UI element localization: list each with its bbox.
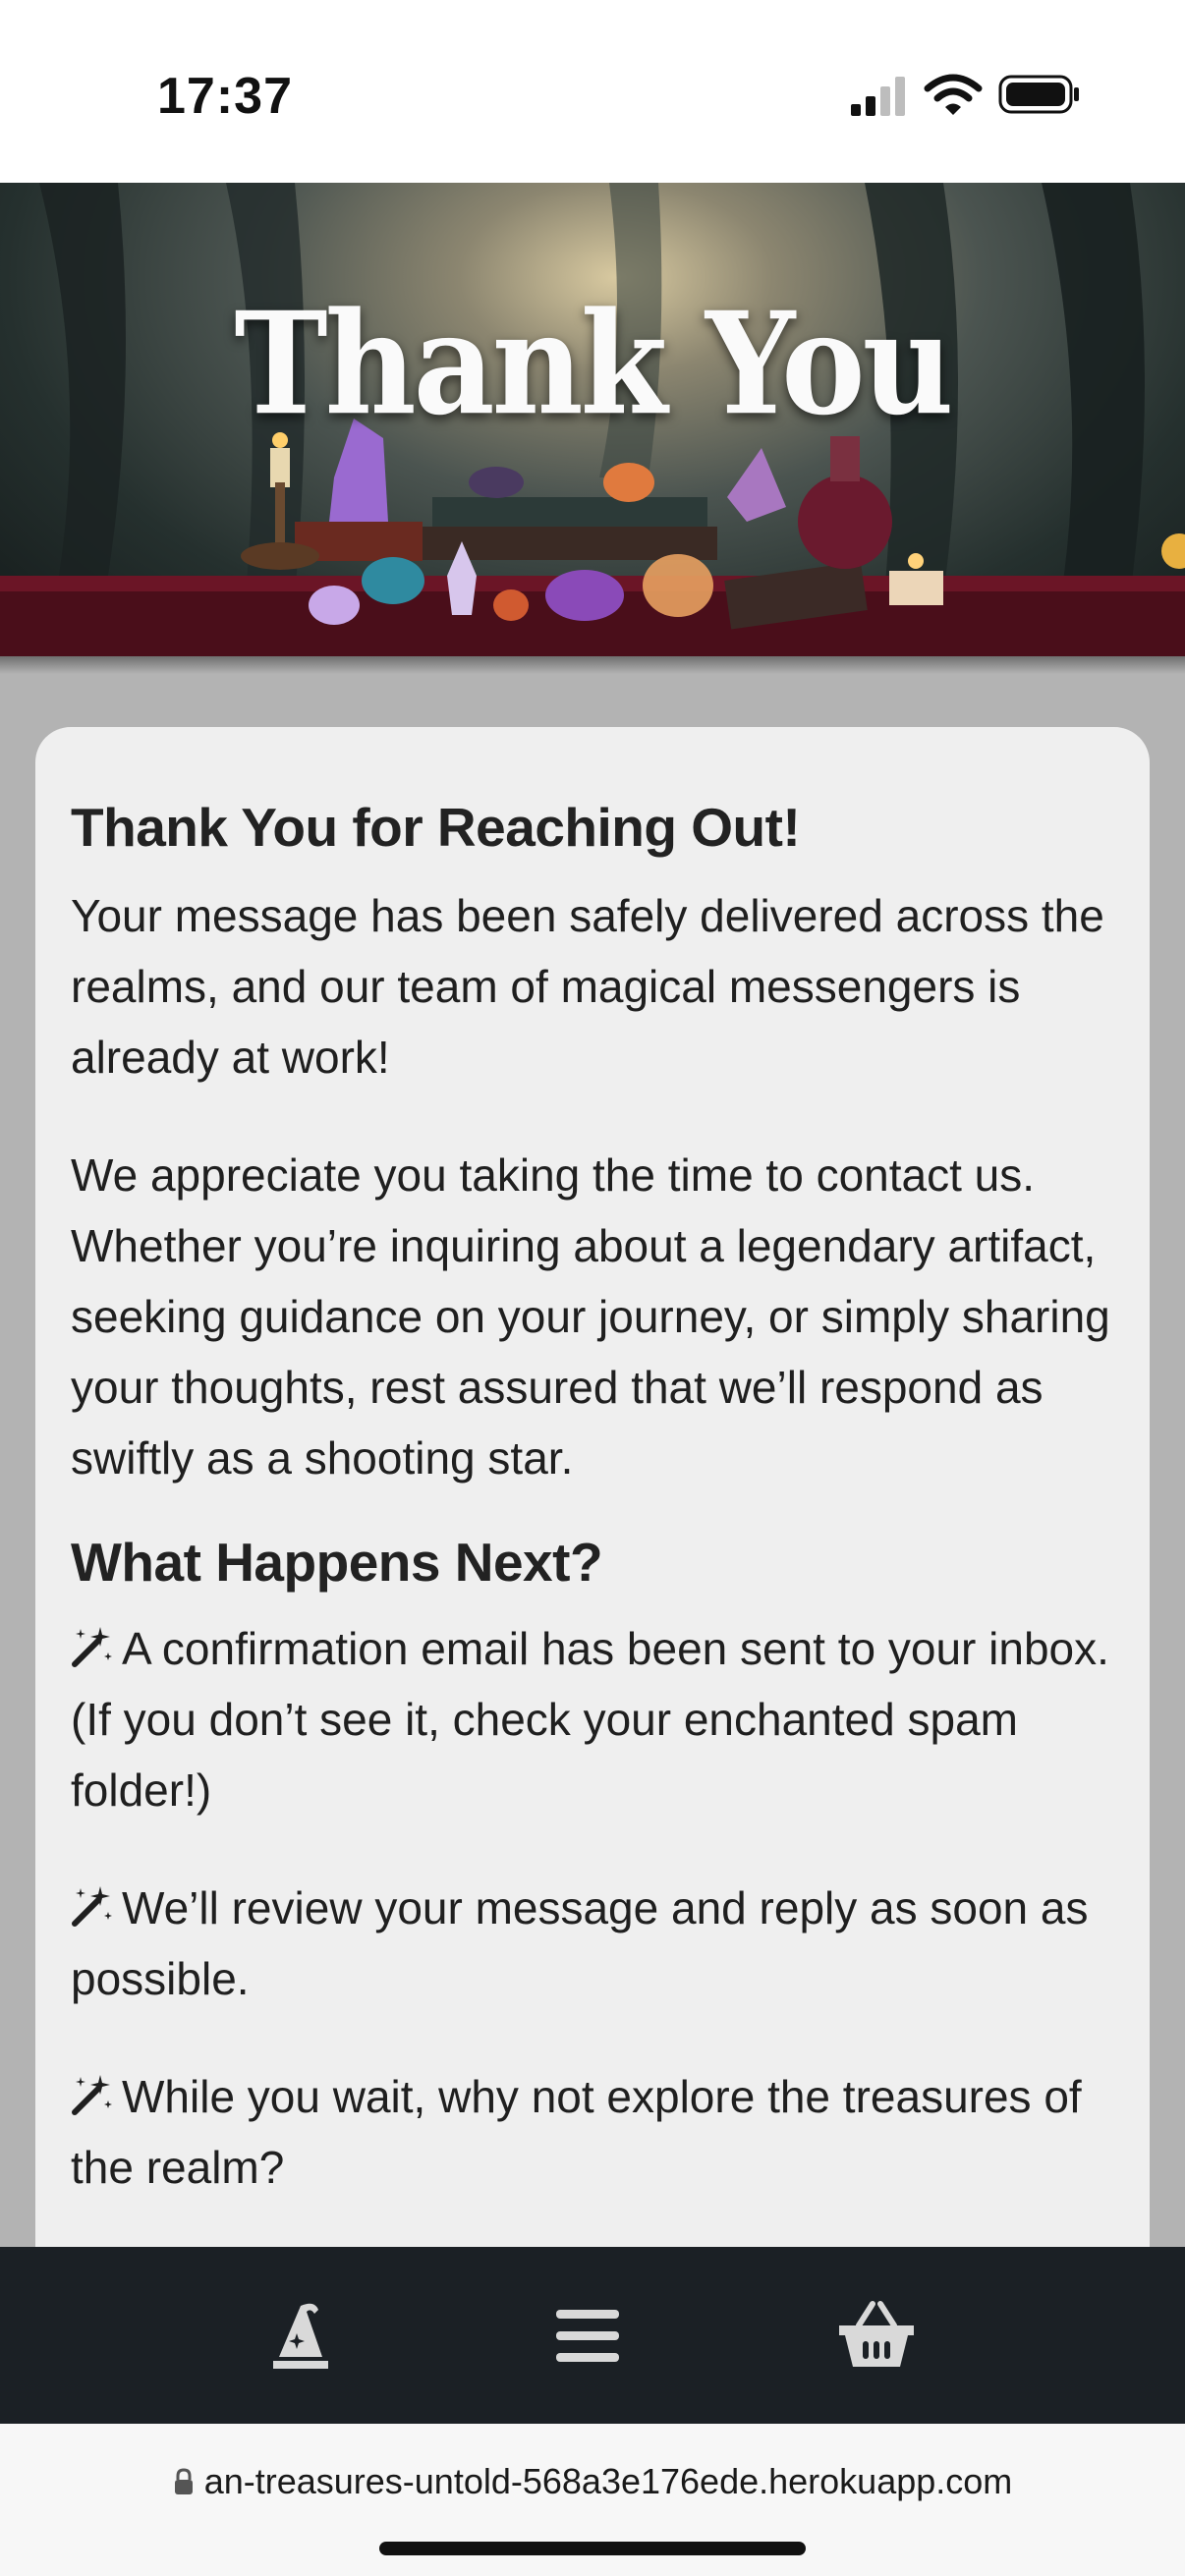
battery-icon (998, 75, 1079, 114)
content-heading: Thank You for Reaching Out! (71, 797, 801, 858)
magic-wand-icon (72, 1627, 112, 1667)
bottom-nav (0, 2247, 1185, 2424)
intro-paragraph-1: Your message has been safely delivered a… (71, 890, 1104, 1083)
next-steps-heading: What Happens Next? (71, 1532, 603, 1593)
intro-paragraph-2: We appreciate you taking the time to con… (71, 1149, 1110, 1484)
url-text: an-treasures-untold-568a3e176ede.herokua… (203, 2461, 1013, 2501)
magic-wand-icon (72, 1886, 112, 1927)
basket-icon (839, 2301, 914, 2367)
next-step-item: We’ll review your message and reply as s… (71, 1873, 1114, 2014)
magic-wand-icon (72, 2075, 112, 2115)
nav-basket-button[interactable] (827, 2286, 926, 2384)
nav-menu-button[interactable] (538, 2286, 637, 2384)
next-step-item: A confirmation email has been sent to yo… (71, 1613, 1114, 1825)
hero-banner: Thank You (0, 183, 1185, 656)
next-step-text: We’ll review your message and reply as s… (71, 1882, 1089, 2004)
content-card: Thank You for Reaching Out! Your message… (35, 727, 1150, 2299)
next-step-text: A confirmation email has been sent to yo… (71, 1623, 1109, 1816)
hero-title: Thank You (234, 282, 953, 447)
next-step-text: While you wait, why not explore the trea… (71, 2071, 1082, 2193)
status-time: 17:37 (157, 68, 293, 125)
cellular-signal-icon (851, 77, 905, 116)
hero-shadow (0, 656, 1185, 674)
home-indicator[interactable] (379, 2542, 806, 2555)
url-display[interactable]: an-treasures-untold-568a3e176ede.herokua… (0, 2461, 1185, 2502)
status-bar: 17:37 (0, 0, 1185, 183)
browser-url-bar[interactable]: an-treasures-untold-568a3e176ede.herokua… (0, 2424, 1185, 2576)
wizard-hat-icon (273, 2303, 328, 2369)
menu-icon (556, 2310, 619, 2362)
wifi-icon (924, 74, 983, 115)
lock-icon (174, 2468, 193, 2494)
next-step-item: While you wait, why not explore the trea… (71, 2061, 1114, 2203)
nav-home-button[interactable] (252, 2286, 350, 2384)
